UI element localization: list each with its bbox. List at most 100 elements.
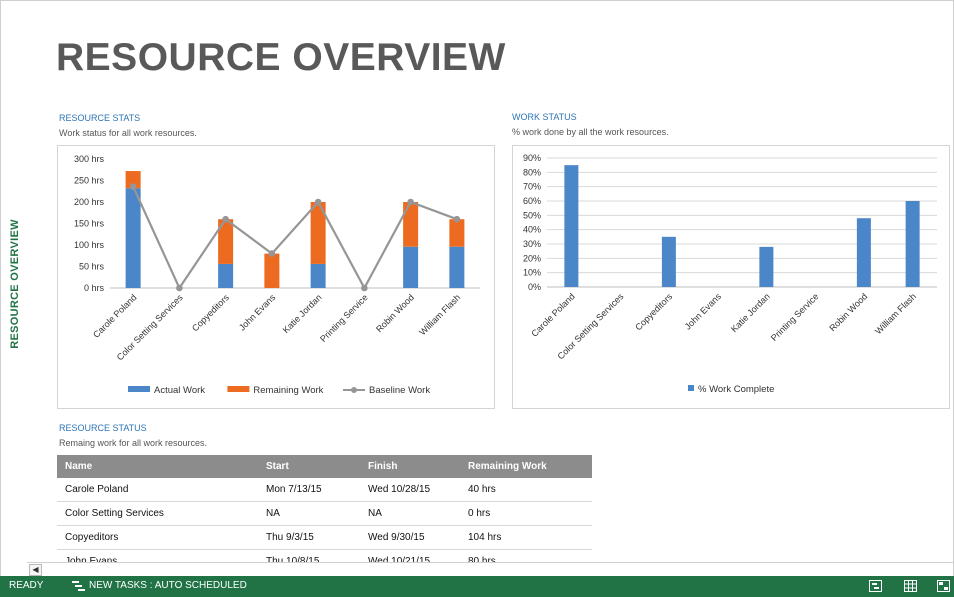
y-tick-label: 90% — [523, 153, 541, 163]
resource-stats-chart-svg: 0 hrs 50 hrs 100 hrs 150 hrs 200 hrs 250 hrs 3… — [74, 154, 480, 396]
point-baseline-work-color-setting-services — [176, 284, 183, 292]
x-tick-label-copyeditors: Copyeditors — [190, 292, 231, 333]
work-status-subtitle: % work done by all the work resources. — [512, 127, 669, 137]
y-tick-label: 300 hrs — [74, 154, 105, 164]
bar-actual-work-carole-poland — [125, 188, 141, 288]
cell-finish[interactable]: Wed 10/28/15 — [360, 478, 460, 502]
point-baseline-work-carole-poland — [129, 183, 137, 190]
bar-remaining-work-john-evans — [264, 253, 280, 288]
status-ready-text: READY — [9, 580, 44, 591]
work-status-chart[interactable]: 0% 10% 20% 30% 40% 50% 60% 70% 80% 90% Carole Pola… — [512, 145, 950, 409]
new-tasks-label: NEW TASKS : AUTO SCHEDULED — [89, 580, 247, 591]
point-baseline-work-john-evans — [268, 250, 276, 257]
point-baseline-work-katie-jordan — [314, 198, 322, 206]
legend-swatch-work-complete — [688, 385, 694, 391]
y-tick-label: 250 hrs — [74, 176, 105, 186]
cell-name[interactable]: Color Setting Services — [57, 501, 258, 526]
x-tick-label-printing-service: Printing Service — [318, 292, 370, 344]
column-header-remaining-work[interactable]: Remaining Work — [460, 455, 592, 478]
y-tick-label: 40% — [523, 225, 541, 235]
cell-name[interactable]: Carole Poland — [57, 478, 258, 502]
horizontal-scrollbar[interactable]: ◀ — [27, 562, 953, 576]
bar-actual-work-william-flash — [449, 246, 465, 288]
bar-actual-work-katie-jordan — [310, 263, 326, 288]
x-tick-label-john-evans: John Evans — [683, 291, 724, 332]
bar-work-complete-carole-poland — [564, 165, 579, 287]
legend-marker-baseline-work — [351, 387, 357, 393]
point-baseline-work-printing-service — [361, 284, 368, 292]
legend-label-work-complete: % Work Complete — [698, 384, 774, 395]
work-status-chart-svg: 0% 10% 20% 30% 40% 50% 60% 70% 80% 90% Carole Pola… — [523, 153, 937, 395]
point-baseline-work-copyeditors — [222, 215, 229, 223]
bar-remaining-work-robin-wood — [403, 202, 419, 247]
point-baseline-work-robin-wood — [407, 198, 414, 206]
y-tick-label: 10% — [523, 268, 541, 278]
column-header-name[interactable]: Name — [57, 455, 258, 478]
resource-status-title: RESOURCE STATUS — [59, 423, 147, 433]
cell-start[interactable]: Mon 7/13/15 — [258, 478, 360, 502]
x-tick-label-katie-jordan: Katie Jordan — [281, 292, 324, 335]
y-tick-label: 150 hrs — [74, 219, 105, 229]
y-tick-label: 100 hrs — [74, 240, 105, 250]
cell-start[interactable]: NA — [258, 501, 360, 526]
x-tick-label-copyeditors: Copyeditors — [633, 291, 674, 332]
team-view-icon[interactable] — [937, 580, 950, 592]
y-tick-label: 0 hrs — [84, 283, 105, 293]
y-tick-label: 60% — [523, 196, 541, 206]
sheet-view-icon[interactable] — [904, 580, 917, 592]
gantt-view-icon[interactable] — [869, 580, 882, 592]
bar-work-complete-william-flash — [905, 201, 920, 287]
y-tick-label: 70% — [523, 182, 541, 192]
x-tick-label-carole-poland: Carole Poland — [529, 291, 576, 338]
x-tick-label-john-evans: John Evans — [237, 292, 278, 333]
x-tick-label-william-flash: William Flash — [873, 291, 918, 336]
resource-status-subtitle: Remaing work for all work resources. — [59, 438, 208, 448]
cell-name[interactable]: Copyeditors — [57, 525, 258, 550]
cell-finish[interactable]: Wed 9/30/15 — [360, 525, 460, 550]
cell-remaining-work[interactable]: 104 hrs — [460, 525, 592, 550]
y-tick-label: 50 hrs — [79, 262, 105, 272]
x-tick-label-william-flash: William Flash — [417, 292, 462, 337]
legend-swatch-remaining-work — [227, 386, 250, 392]
bar-remaining-work-william-flash — [449, 219, 465, 247]
table-header-row: Name Start Finish Remaining Work — [57, 455, 592, 478]
column-header-start[interactable]: Start — [258, 455, 360, 478]
new-tasks-icon — [72, 581, 85, 591]
resource-stats-chart[interactable]: 0 hrs 50 hrs 100 hrs 150 hrs 200 hrs 250 hrs 3… — [57, 145, 495, 409]
cell-remaining-work[interactable]: 0 hrs — [460, 501, 592, 526]
work-status-title: WORK STATUS — [512, 112, 577, 122]
table-row[interactable]: Copyeditors Thu 9/3/15 Wed 9/30/15 104 h… — [57, 525, 592, 550]
legend-label-actual-work: Actual Work — [154, 385, 205, 396]
y-tick-label: 80% — [523, 167, 541, 177]
side-report-label: RESOURCE OVERVIEW — [9, 219, 21, 349]
cell-start[interactable]: Thu 9/3/15 — [258, 525, 360, 550]
x-tick-label-katie-jordan: Katie Jordan — [729, 291, 772, 334]
status-bar: READY NEW TASKS : AUTO SCHEDULED — [0, 576, 954, 597]
scroll-left-arrow-icon[interactable]: ◀ — [29, 564, 42, 576]
x-tick-label-printing-service: Printing Service — [769, 291, 821, 343]
bar-actual-work-robin-wood — [403, 246, 419, 288]
resource-status-table: Name Start Finish Remaining Work Carole … — [57, 455, 592, 574]
x-tick-label-robin-wood: Robin Wood — [827, 291, 869, 333]
x-tick-label-robin-wood: Robin Wood — [374, 292, 416, 334]
bar-work-complete-katie-jordan — [759, 246, 774, 287]
resource-stats-subtitle: Work status for all work resources. — [59, 128, 197, 138]
legend-swatch-actual-work — [128, 386, 150, 392]
bar-work-complete-robin-wood — [856, 218, 871, 287]
cell-finish[interactable]: NA — [360, 501, 460, 526]
y-tick-label: 20% — [523, 253, 541, 263]
x-tick-label-carole-poland: Carole Poland — [91, 292, 138, 339]
bar-work-complete-copyeditors — [661, 236, 676, 287]
cell-remaining-work[interactable]: 40 hrs — [460, 478, 592, 502]
y-tick-label: 50% — [523, 210, 541, 220]
bar-actual-work-copyeditors — [218, 263, 234, 288]
new-tasks-mode[interactable]: NEW TASKS : AUTO SCHEDULED — [72, 580, 247, 591]
point-baseline-work-william-flash — [453, 215, 461, 223]
y-tick-label: 30% — [523, 239, 541, 249]
table-row[interactable]: Color Setting Services NA NA 0 hrs — [57, 501, 592, 526]
y-tick-label: 0% — [528, 282, 541, 292]
column-header-finish[interactable]: Finish — [360, 455, 460, 478]
y-tick-label: 200 hrs — [74, 197, 105, 207]
legend-label-remaining-work: Remaining Work — [253, 385, 323, 396]
table-row[interactable]: Carole Poland Mon 7/13/15 Wed 10/28/15 4… — [57, 478, 592, 502]
